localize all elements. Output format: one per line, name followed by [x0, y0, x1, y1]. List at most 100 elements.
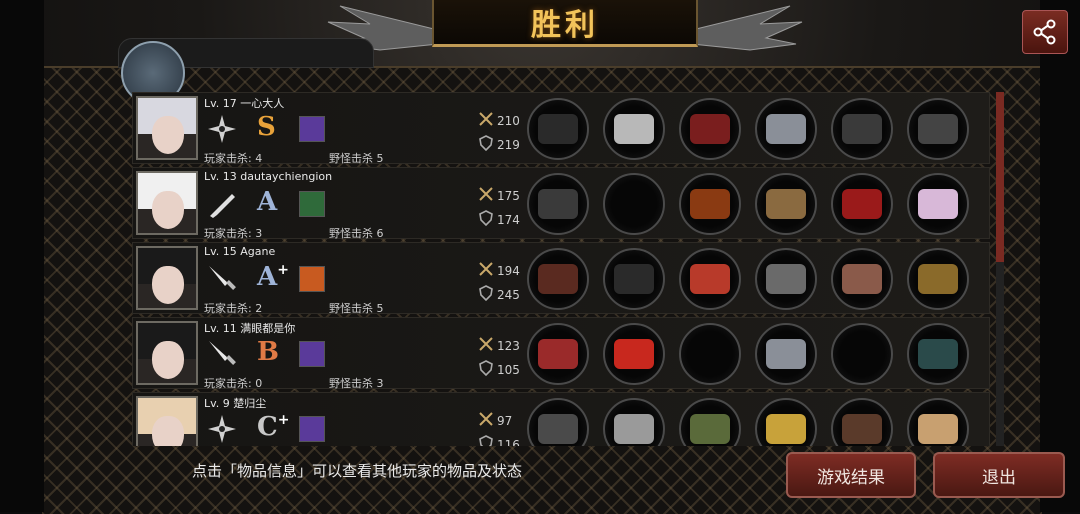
grade-letter: A [257, 262, 278, 292]
equipment-slot[interactable] [907, 98, 969, 160]
grade-plus: + [277, 262, 289, 278]
gun-icon [538, 189, 578, 219]
scrollbar[interactable] [996, 92, 1004, 446]
equipment-slot[interactable] [679, 248, 741, 310]
monster-kills: 野怪击杀 5 [329, 302, 384, 315]
pet-icon[interactable] [299, 341, 325, 367]
attack-value: 175 [497, 188, 520, 203]
knife-icon [206, 263, 238, 295]
player-grade: B [257, 337, 279, 367]
boomerang-icon [538, 114, 578, 144]
shield-icon [478, 360, 494, 379]
equipment-slot[interactable] [755, 323, 817, 385]
pet-icon[interactable] [299, 266, 325, 292]
crown-icon [614, 339, 654, 369]
grade-letter: B [257, 337, 279, 367]
defense-stat: 105 [478, 360, 520, 379]
equipment-slot[interactable] [755, 98, 817, 160]
scope-icon [918, 339, 958, 369]
bracer-icon [766, 114, 806, 144]
equipment-slot[interactable] [603, 248, 665, 310]
pearl-icon [918, 189, 958, 219]
scythe-icon [538, 414, 578, 444]
player-row[interactable]: Lv. 17 一心大人 S 玩家击杀: 4 野怪击杀 5 210 219 [132, 92, 990, 165]
defense-value: 174 [497, 212, 520, 227]
share-icon [1033, 19, 1056, 45]
equipment-slot[interactable] [603, 173, 665, 235]
player-row[interactable]: Lv. 11 满眼都是你 B 玩家击杀: 0 野怪击杀 3 123 105 [132, 317, 990, 390]
grade-letter: C [257, 412, 278, 442]
equipment-slot[interactable] [527, 98, 589, 160]
shield-icon [478, 135, 494, 154]
player-avatar[interactable] [136, 246, 198, 310]
player-grade: C+ [257, 412, 289, 442]
game-result-button[interactable]: 游戏结果 [786, 452, 916, 498]
box-icon [918, 264, 958, 294]
bat-icon [206, 188, 238, 220]
equipment-slot[interactable] [755, 248, 817, 310]
defense-stat: 116 [478, 435, 520, 446]
equipment-slot[interactable] [679, 98, 741, 160]
player-level-name: Lv. 17 一心大人 [204, 97, 285, 110]
attack-stat: 123 [478, 336, 520, 355]
knight-helmet-icon [614, 414, 654, 444]
defense-stat: 245 [478, 285, 520, 304]
carton-icon [918, 414, 958, 444]
equipment-slot[interactable] [755, 398, 817, 446]
pet-icon[interactable] [299, 116, 325, 142]
player-row[interactable]: Lv. 15 Agane A+ 玩家击杀: 2 野怪击杀 5 194 245 [132, 242, 990, 315]
equipment-slot[interactable] [527, 323, 589, 385]
equipment-slot[interactable] [679, 323, 741, 385]
header-tab [118, 38, 374, 105]
defense-value: 245 [497, 287, 520, 302]
monster-kills: 野怪击杀 6 [329, 227, 384, 240]
equipment-slot[interactable] [831, 248, 893, 310]
player-grade: A [257, 187, 277, 217]
pet-icon[interactable] [299, 416, 325, 442]
knife-icon [206, 338, 238, 370]
player-avatar[interactable] [136, 171, 198, 235]
swords-icon [478, 336, 494, 355]
equipment-slot[interactable] [603, 323, 665, 385]
equipment-slot[interactable] [907, 173, 969, 235]
equipment-slot[interactable] [679, 173, 741, 235]
pet-icon[interactable] [299, 191, 325, 217]
equipment-slot[interactable] [603, 98, 665, 160]
scrollbar-thumb[interactable] [996, 92, 1004, 262]
watch-icon [766, 189, 806, 219]
equipment-slot[interactable] [831, 98, 893, 160]
share-button[interactable] [1022, 10, 1068, 54]
player-row[interactable]: Lv. 13 dautaychiengion A 玩家击杀: 3 野怪击杀 6 175 1… [132, 167, 990, 240]
player-avatar[interactable] [136, 96, 198, 160]
attack-stat: 194 [478, 261, 520, 280]
grade-letter: A [257, 187, 278, 217]
player-avatar[interactable] [136, 396, 198, 446]
equipment-slot[interactable] [831, 398, 893, 446]
monster-kills: 野怪击杀 3 [329, 377, 384, 390]
jacket-icon [690, 264, 730, 294]
equipment-slot[interactable] [831, 323, 893, 385]
equipment-slot[interactable] [679, 398, 741, 446]
player-kills: 玩家击杀: 4 [204, 152, 263, 165]
equipment-slot[interactable] [831, 173, 893, 235]
belt-icon [766, 414, 806, 444]
equipment-slot[interactable] [907, 248, 969, 310]
exit-button[interactable]: 退出 [933, 452, 1065, 498]
player-avatar[interactable] [136, 321, 198, 385]
equipment-slot[interactable] [527, 173, 589, 235]
grade-letter: S [257, 112, 276, 142]
attack-value: 123 [497, 338, 520, 353]
equipment-slot[interactable] [907, 398, 969, 446]
equipment-slot[interactable] [527, 398, 589, 446]
equipment-slot[interactable] [755, 173, 817, 235]
player-level-name: Lv. 15 Agane [204, 245, 276, 258]
equipment-slot[interactable] [907, 323, 969, 385]
shield-icon [478, 435, 494, 446]
equipment-slot[interactable] [527, 248, 589, 310]
player-row[interactable]: Lv. 9 楚归尘 C+ 97 116 [132, 392, 990, 446]
player-level-name: Lv. 11 满眼都是你 [204, 322, 296, 335]
attack-value: 97 [497, 413, 513, 428]
equipment-slot[interactable] [603, 398, 665, 446]
avatar-face [152, 266, 184, 304]
player-list[interactable]: Lv. 17 一心大人 S 玩家击杀: 4 野怪击杀 5 210 219 Lv. 13 da… [132, 92, 990, 446]
